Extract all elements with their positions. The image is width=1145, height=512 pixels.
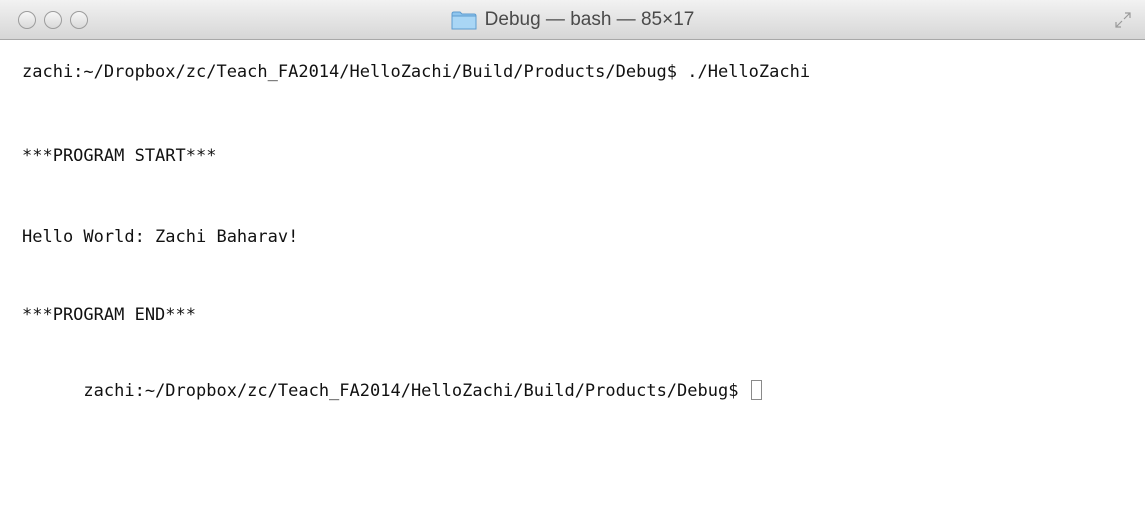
text-cursor [750,380,762,400]
title-bar[interactable]: Debug — bash — 85×17 [0,0,1145,40]
window-title: Debug — bash — 85×17 [0,0,1145,40]
terminal-prompt-text: zachi:~/Dropbox/zc/Teach_FA2014/HelloZac… [83,381,749,401]
terminal-output[interactable]: zachi:~/Dropbox/zc/Teach_FA2014/HelloZac… [0,40,1145,512]
terminal-line-prompt[interactable]: zachi:~/Dropbox/zc/Teach_FA2014/HelloZac… [22,355,762,401]
terminal-window: Debug — bash — 85×17 zachi:~/Dropbox/zc/… [0,0,1145,512]
terminal-line-command: zachi:~/Dropbox/zc/Teach_FA2014/HelloZac… [22,62,811,82]
terminal-line-hello-world: Hello World: Zachi Baharav! [22,227,299,247]
window-title-text: Debug — bash — 85×17 [484,9,695,30]
terminal-line-program-end: ***PROGRAM END*** [22,305,196,325]
folder-icon [451,11,477,30]
fullscreen-icon[interactable] [1115,12,1131,28]
terminal-line-program-start: ***PROGRAM START*** [22,146,217,166]
